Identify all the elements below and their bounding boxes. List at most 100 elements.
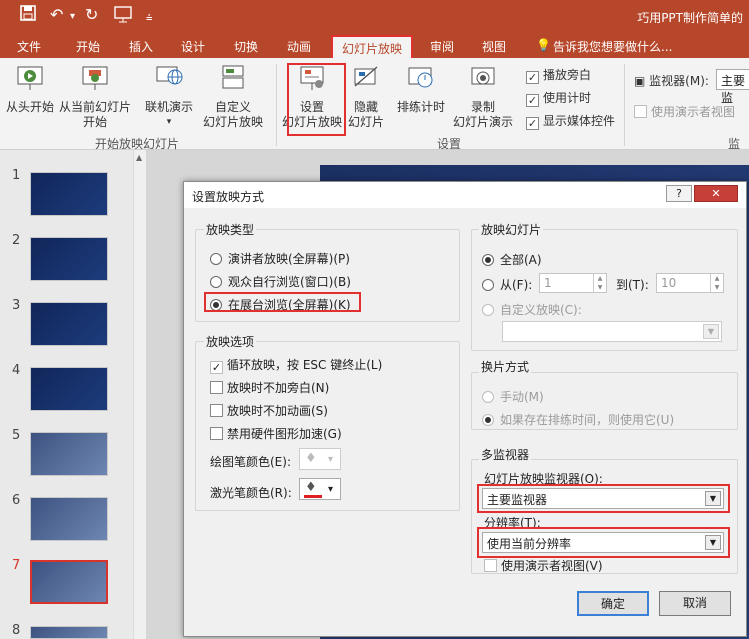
no-animation-label: 放映时不加动画(S)	[227, 404, 328, 418]
spin-down-icon[interactable]: ▼	[710, 283, 723, 292]
from-beginning-button[interactable]: 从头开始	[4, 64, 56, 115]
use-timings-radio[interactable]: 如果存在排练时间，则使用它(U)	[482, 411, 674, 428]
globe-screen-icon	[156, 66, 183, 85]
all-slides-radio[interactable]: 全部(A)	[482, 251, 542, 268]
presenter-radio-label: 演讲者放映(全屏幕)(P)	[228, 252, 350, 266]
manual-radio[interactable]: 手动(M)	[482, 388, 544, 405]
tab-view[interactable]: 视图	[482, 38, 506, 55]
browse-window-radio[interactable]: 观众自行浏览(窗口)(B)	[210, 273, 351, 290]
presenter-radio[interactable]: 演讲者放映(全屏幕)(P)	[210, 250, 350, 267]
play-narration-checkbox[interactable]: ✓ 播放旁白	[526, 66, 591, 84]
slide-number: 5	[12, 428, 21, 443]
thumbnail-scrollbar[interactable]: ▲	[133, 150, 146, 639]
slide-thumbnail[interactable]	[30, 432, 108, 476]
slide-number: 4	[12, 363, 21, 378]
ribbon: 从头开始 从当前幻灯片 开始 联机演示 ▾ 自定义 幻灯片放映 开始放映幻灯片 …	[0, 58, 749, 168]
from-slides-radio[interactable]: 从(F):	[482, 276, 532, 293]
from-label: 从(F):	[500, 278, 533, 292]
tell-me-box[interactable]: 告诉我您想要做什么...	[553, 38, 672, 55]
to-spinner[interactable]: 10 ▲ ▼	[656, 273, 724, 293]
ok-button[interactable]: 确定	[577, 591, 649, 616]
record-show-button[interactable]: 录制 幻灯片演示	[447, 64, 519, 130]
monitor-icon: ▣ 监视器(M):	[634, 74, 709, 88]
app-title: 巧用PPT制作简单的	[637, 11, 743, 25]
slide-thumbnail-selected[interactable]	[30, 560, 108, 604]
undo-icon[interactable]: ↶	[50, 5, 63, 25]
rehearse-timings-button[interactable]: 排练计时	[392, 64, 450, 115]
slide-thumbnail[interactable]	[30, 626, 108, 639]
online-dropdown-icon[interactable]: ▾	[140, 115, 198, 130]
dialog-title: 设置放映方式	[192, 190, 265, 204]
to-label: 到(T):	[616, 278, 649, 292]
custom-show-select[interactable]: ▼	[502, 321, 722, 342]
custom-show-radio[interactable]: 自定义放映(C):	[482, 301, 582, 318]
slide-number: 2	[12, 233, 21, 248]
save-icon[interactable]	[20, 5, 36, 26]
use-timings-label: 使用计时	[543, 91, 592, 105]
no-narration-checkbox[interactable]: 放映时不加旁白(N)	[210, 379, 329, 396]
no-animation-checkbox[interactable]: 放映时不加动画(S)	[210, 402, 328, 419]
presenter-view-checkbox[interactable]: 使用演示者视图(V)	[484, 557, 603, 574]
ribbon-monitor-select[interactable]: 主要监	[716, 69, 749, 105]
presenter-view-checkbox[interactable]: 使用演示者视图	[634, 103, 735, 120]
hide-slide-button[interactable]: 隐藏 幻灯片	[347, 64, 385, 130]
slide-thumbnail[interactable]	[30, 237, 108, 281]
pen-color-label: 绘图笔颜色(E):	[210, 455, 291, 469]
redo-icon[interactable]: ↻	[85, 5, 98, 25]
spin-up-icon[interactable]: ▲	[593, 274, 606, 283]
hide-slide-label-1: 隐藏	[353, 100, 378, 114]
disable-hw-checkbox[interactable]: 禁用硬件图形加速(G)	[210, 425, 342, 442]
advance-title: 换片方式	[479, 358, 532, 375]
show-type-title: 放映类型	[204, 221, 257, 238]
resolution-highlight	[477, 527, 730, 558]
slide-thumbnail[interactable]	[30, 302, 108, 346]
monitor-label: 监视器(M):	[649, 74, 709, 88]
close-button[interactable]: ✕	[694, 185, 738, 202]
slide-thumbnail[interactable]	[30, 367, 108, 411]
custom-show-label-1: 自定义	[214, 100, 251, 114]
undo-dropdown-icon[interactable]: ▾	[70, 7, 75, 27]
ribbon-separator	[276, 64, 277, 146]
slide-thumbnail[interactable]	[30, 497, 108, 541]
tab-transitions[interactable]: 切换	[234, 38, 258, 55]
tab-design[interactable]: 设计	[181, 38, 205, 55]
play-current-icon	[82, 66, 108, 90]
online-present-button[interactable]: 联机演示 ▾	[140, 64, 198, 130]
tab-insert[interactable]: 插入	[129, 38, 153, 55]
pen-color-picker[interactable]: ♦ ▾	[299, 448, 341, 470]
tab-file[interactable]: 文件	[17, 38, 41, 55]
cancel-button[interactable]: 取消	[659, 591, 731, 616]
show-slides-title: 放映幻灯片	[479, 221, 544, 238]
spin-down-icon[interactable]: ▼	[593, 283, 606, 292]
customize-toolbar-icon[interactable]: ⩮	[146, 8, 152, 28]
presenter-view-label: 使用演示者视图	[651, 105, 736, 119]
tab-home[interactable]: 开始	[76, 38, 100, 55]
slide-thumbnail[interactable]	[30, 172, 108, 216]
tab-review[interactable]: 审阅	[430, 38, 454, 55]
show-media-label: 显示媒体控件	[543, 114, 616, 128]
from-spinner[interactable]: 1 ▲ ▼	[539, 273, 607, 293]
monitor-highlight	[477, 484, 730, 513]
custom-show-button[interactable]: 自定义 幻灯片放映	[196, 64, 270, 130]
play-slide-icon	[17, 66, 43, 90]
scroll-up-icon[interactable]: ▲	[136, 153, 142, 162]
help-button[interactable]: ?	[666, 185, 692, 202]
spin-up-icon[interactable]: ▲	[710, 274, 723, 283]
custom-show-icon	[222, 65, 244, 89]
laser-color-picker[interactable]: ♦ ▾	[299, 478, 341, 500]
chevron-down-icon: ▼	[703, 324, 719, 339]
tab-slide-show[interactable]: 幻灯片放映	[331, 35, 414, 58]
online-present-label: 联机演示	[144, 100, 193, 114]
loop-label: 循环放映，按 ESC 键终止(L)	[227, 358, 383, 372]
custom-show-label: 自定义放映(C):	[500, 303, 582, 317]
use-timings-checkbox[interactable]: ✓ 使用计时	[526, 89, 591, 107]
start-show-icon[interactable]	[114, 5, 132, 28]
from-current-button[interactable]: 从当前幻灯片 开始	[57, 64, 133, 130]
loop-checkbox[interactable]: ✓ 循环放映，按 ESC 键终止(L)	[210, 356, 382, 374]
show-media-checkbox[interactable]: ✓ 显示媒体控件	[526, 112, 615, 130]
paint-bucket-icon: ♦	[305, 451, 317, 466]
tab-animations[interactable]: 动画	[287, 38, 311, 55]
chevron-down-icon: ▾	[328, 484, 334, 495]
rehearse-icon	[408, 67, 433, 88]
paint-bucket-icon: ♦	[305, 480, 317, 495]
